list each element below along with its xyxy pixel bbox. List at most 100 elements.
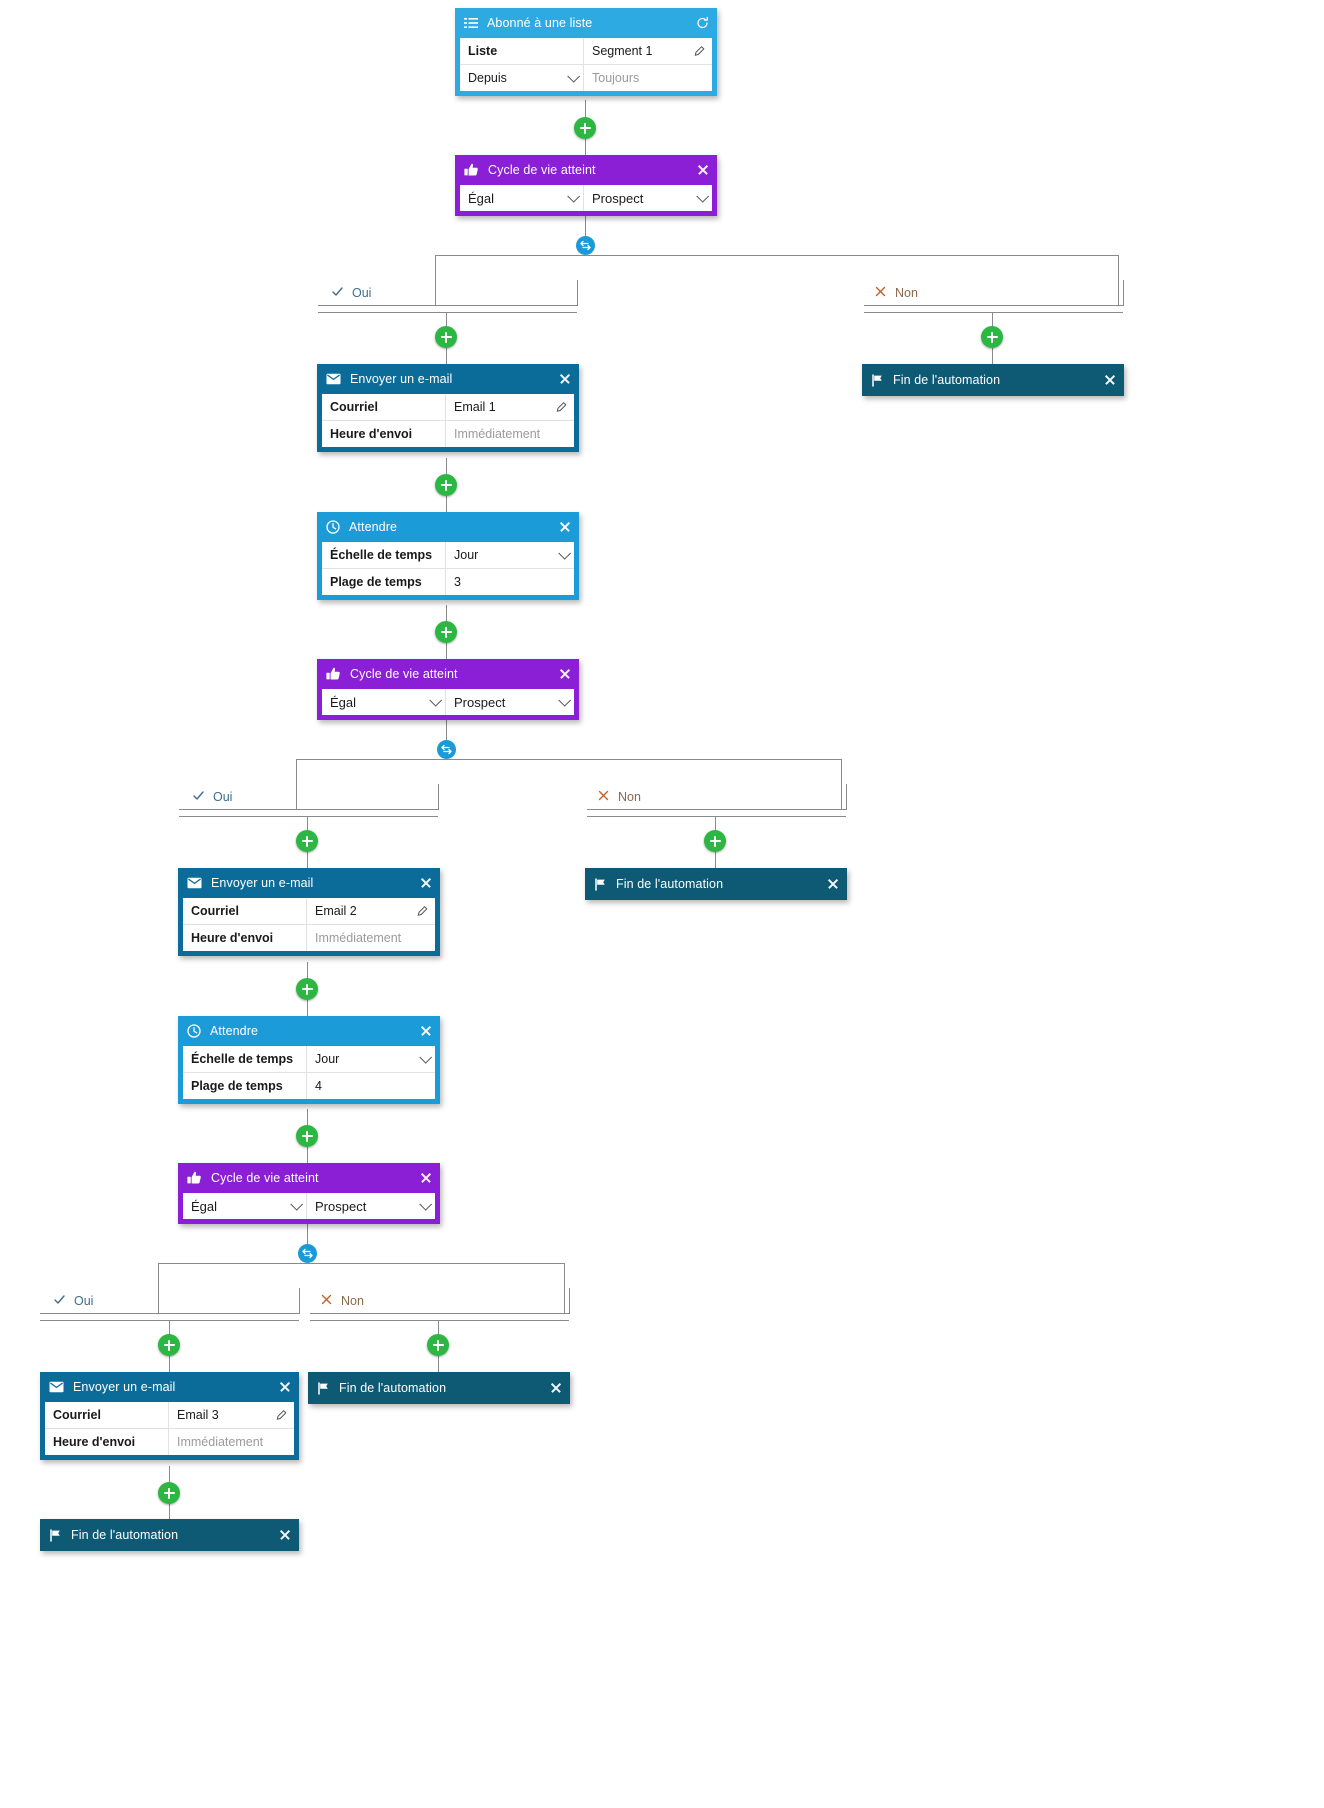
card-end-automation-2[interactable]: Fin de l'automation (585, 868, 847, 900)
close-icon[interactable] (279, 1529, 291, 1541)
add-step-button-trigger[interactable] (574, 117, 596, 139)
card-header: Attendre (178, 1016, 440, 1046)
branch-split-node-3[interactable] (298, 1244, 317, 1263)
field-value-text: Jour (454, 548, 479, 562)
add-step-button-email1[interactable] (435, 474, 457, 496)
condition-value-text: Prospect (454, 694, 506, 710)
field-value-timerange[interactable]: 3 (446, 569, 574, 595)
pencil-icon[interactable] (417, 905, 428, 917)
card-wait-1[interactable]: Attendre Échelle de temps Jour Plage de … (317, 512, 579, 600)
add-step-button-no3[interactable] (427, 1334, 449, 1356)
close-icon[interactable] (559, 373, 571, 385)
connector-branch3-left-drop (158, 1263, 159, 1313)
field-value-email[interactable]: Email 2 (307, 898, 435, 924)
branch1-yes-label: Oui (331, 285, 371, 301)
branch1-yes-plate-bottom (318, 312, 577, 313)
close-icon[interactable] (550, 1382, 562, 1394)
condition-value-text: Prospect (315, 1198, 367, 1214)
connector-branch2-right-drop (841, 759, 842, 809)
card-trigger-subscribed-to-list[interactable]: Abonné à une liste Liste Segment 1 Depui… (455, 8, 717, 96)
field-row-echelle: Échelle de temps Jour (322, 542, 574, 569)
check-icon (331, 285, 344, 301)
chevron-down-icon (558, 693, 572, 707)
condition-value-text: Prospect (592, 190, 644, 206)
card-condition-lifecycle-1[interactable]: Cycle de vie atteint Égal Prospect (455, 155, 717, 216)
card-header: Fin de l'automation (862, 364, 1124, 396)
field-value-send-time[interactable]: Immédiatement (169, 1429, 294, 1455)
field-value-email[interactable]: Email 1 (446, 394, 574, 420)
branch3-no-plate-edge (569, 1288, 570, 1314)
pencil-icon[interactable] (556, 401, 567, 413)
card-title: Envoyer un e-mail (73, 1380, 176, 1394)
card-send-email-3[interactable]: Envoyer un e-mail Courriel Email 3 Heure… (40, 1372, 299, 1460)
flag-icon (317, 1381, 330, 1395)
condition-operator-select[interactable]: Égal (460, 185, 584, 211)
card-send-email-2[interactable]: Envoyer un e-mail Courriel Email 2 Heure… (178, 868, 440, 956)
branch1-yes-plate-top (318, 305, 577, 306)
branch1-no-plate-top (864, 305, 1123, 306)
card-end-automation-3[interactable]: Fin de l'automation (308, 1372, 570, 1404)
branch2-no-plate-edge (846, 784, 847, 810)
field-value-toujours[interactable]: Toujours (584, 65, 712, 91)
add-step-button-no1[interactable] (981, 326, 1003, 348)
chevron-down-icon (419, 1050, 433, 1064)
close-icon[interactable] (420, 877, 432, 889)
field-label: Échelle de temps (322, 542, 446, 568)
card-title: Attendre (349, 520, 398, 534)
close-icon[interactable] (420, 1172, 432, 1184)
condition-value-select[interactable]: Prospect (584, 185, 712, 211)
field-select-timescale[interactable]: Jour (446, 542, 574, 568)
field-row-plage: Plage de temps 3 (322, 569, 574, 595)
branch-split-node-2[interactable] (437, 740, 456, 759)
add-step-button-email3[interactable] (158, 1482, 180, 1504)
branch2-yes-plate-edge (438, 784, 439, 810)
card-end-automation-4[interactable]: Fin de l'automation (40, 1519, 299, 1551)
close-icon[interactable] (420, 1025, 432, 1037)
close-icon[interactable] (559, 521, 571, 533)
add-step-button-no2[interactable] (704, 830, 726, 852)
branch-split-icon (301, 1247, 314, 1260)
card-body: Courriel Email 2 Heure d'envoi Immédiate… (178, 898, 440, 956)
branch-label-text: Oui (74, 1294, 94, 1308)
field-value-send-time[interactable]: Immédiatement (446, 421, 574, 447)
card-end-automation-1[interactable]: Fin de l'automation (862, 364, 1124, 396)
field-value-text: Email 1 (454, 400, 496, 414)
add-step-button-wait1[interactable] (435, 621, 457, 643)
close-icon[interactable] (697, 164, 709, 176)
field-value-send-time[interactable]: Immédiatement (307, 925, 435, 951)
close-icon[interactable] (827, 878, 839, 890)
field-select-timescale[interactable]: Jour (307, 1046, 435, 1072)
close-icon[interactable] (559, 668, 571, 680)
connector-branch2-left-drop (296, 759, 297, 809)
branch-split-icon (579, 239, 592, 252)
branch1-yes-plate-edge (577, 280, 578, 306)
condition-operator-select[interactable]: Égal (183, 1193, 307, 1219)
refresh-icon[interactable] (696, 16, 709, 30)
field-value-email[interactable]: Email 3 (169, 1402, 294, 1428)
branch2-no-plate-bottom (587, 816, 846, 817)
add-step-button-wait2[interactable] (296, 1125, 318, 1147)
add-step-button-yes3[interactable] (158, 1334, 180, 1356)
add-step-button-email2[interactable] (296, 978, 318, 1000)
field-value-list[interactable]: Segment 1 (584, 38, 712, 64)
close-icon[interactable] (279, 1381, 291, 1393)
pencil-icon[interactable] (694, 45, 705, 57)
branch3-yes-plate-top (40, 1313, 299, 1314)
condition-operator-select[interactable]: Égal (322, 689, 446, 715)
card-title: Cycle de vie atteint (211, 1171, 319, 1185)
pencil-icon[interactable] (276, 1409, 287, 1421)
condition-value-select[interactable]: Prospect (446, 689, 574, 715)
condition-value-select[interactable]: Prospect (307, 1193, 435, 1219)
card-body: Égal Prospect (178, 1193, 440, 1224)
branch-split-node-1[interactable] (576, 236, 595, 255)
close-icon[interactable] (1104, 374, 1116, 386)
field-select-depuis[interactable]: Depuis (460, 65, 584, 91)
card-condition-lifecycle-2[interactable]: Cycle de vie atteint Égal Prospect (317, 659, 579, 720)
card-send-email-1[interactable]: Envoyer un e-mail Courriel Email 1 Heure… (317, 364, 579, 452)
field-value-timerange[interactable]: 4 (307, 1073, 435, 1099)
card-condition-lifecycle-3[interactable]: Cycle de vie atteint Égal Prospect (178, 1163, 440, 1224)
field-label: Plage de temps (183, 1073, 307, 1099)
add-step-button-yes2[interactable] (296, 830, 318, 852)
add-step-button-yes1[interactable] (435, 326, 457, 348)
card-wait-2[interactable]: Attendre Échelle de temps Jour Plage de … (178, 1016, 440, 1104)
